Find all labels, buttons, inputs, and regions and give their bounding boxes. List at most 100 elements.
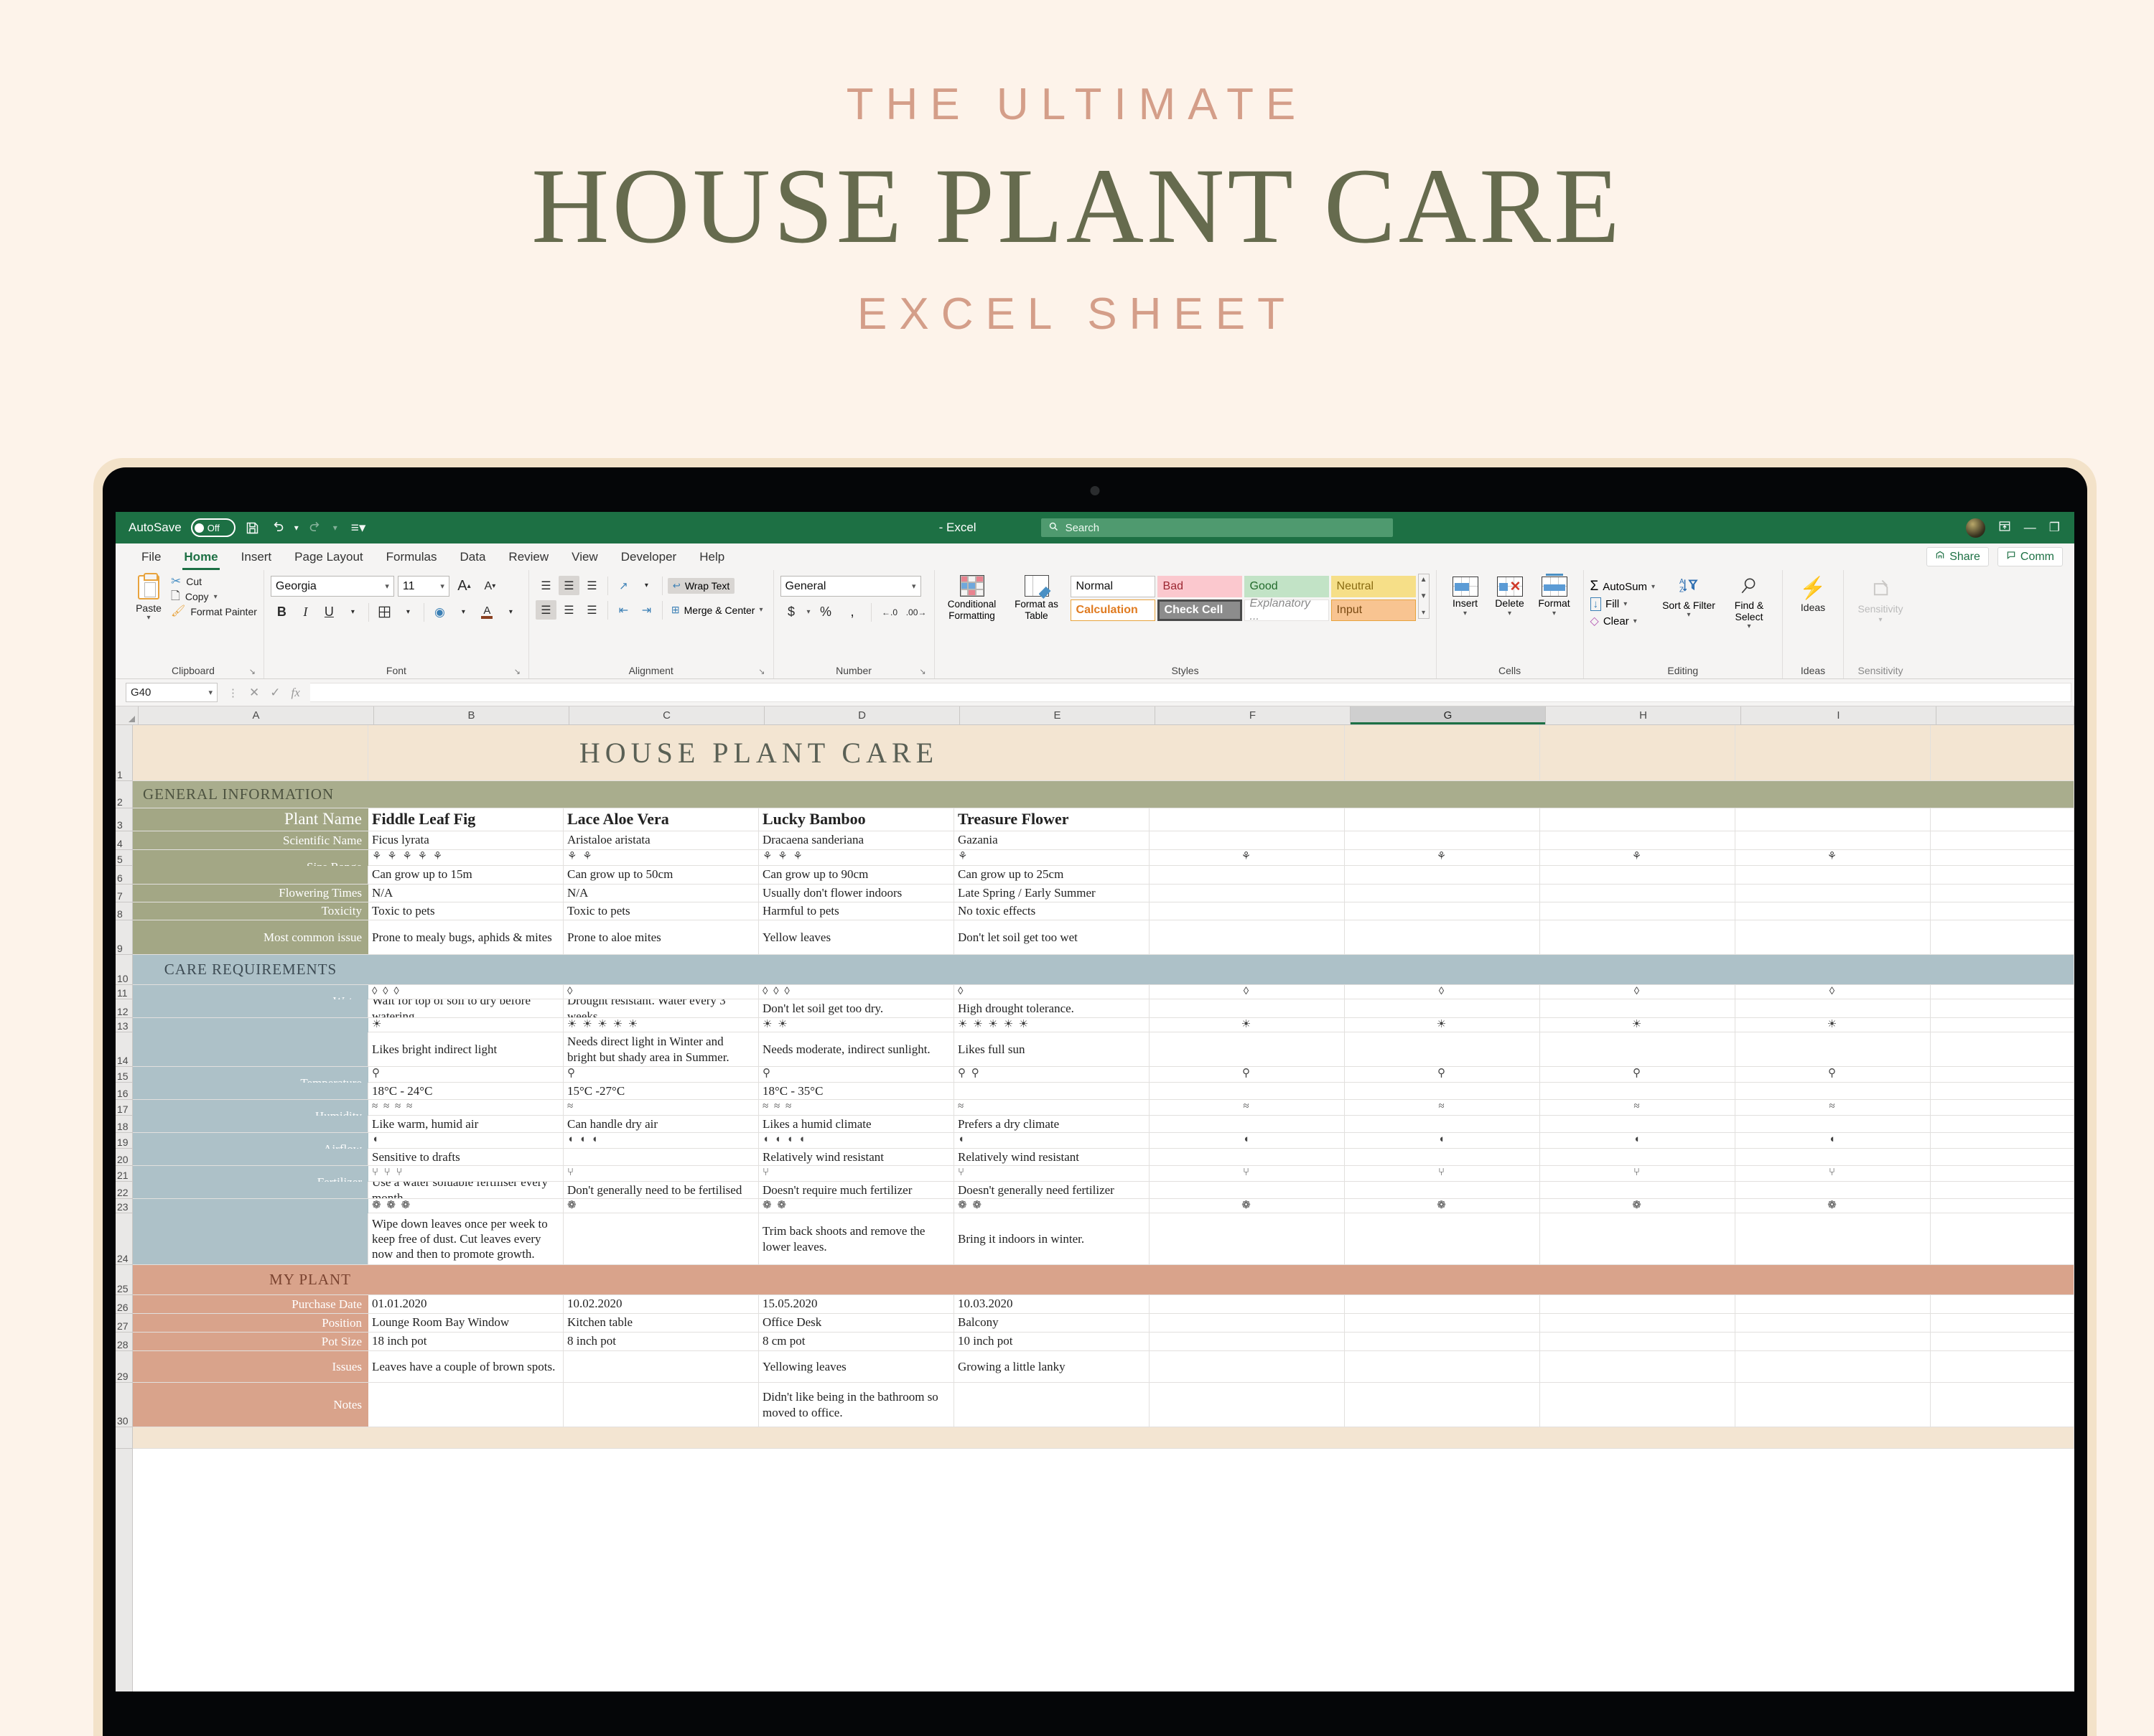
grid-cell[interactable] bbox=[1540, 999, 1735, 1018]
water-icons[interactable]: ◊ ◊ ◊ bbox=[368, 985, 564, 999]
grid-cell[interactable] bbox=[954, 781, 1150, 808]
grid-cell[interactable] bbox=[1150, 1083, 1345, 1100]
column-header-h[interactable]: H bbox=[1546, 706, 1741, 724]
underline-button[interactable]: U bbox=[318, 602, 340, 622]
grid-cell[interactable] bbox=[1931, 866, 2074, 885]
grid-cell[interactable]: Yellow leaves bbox=[759, 920, 954, 955]
tab-data[interactable]: Data bbox=[449, 550, 498, 570]
redo-icon[interactable] bbox=[308, 521, 324, 535]
grid-cell[interactable]: ⑂ bbox=[1540, 1166, 1735, 1182]
row-header[interactable]: 10 bbox=[116, 955, 132, 985]
conditional-formatting-button[interactable]: Conditional Formatting bbox=[941, 574, 1003, 622]
grid-cell[interactable]: 01.01.2020 bbox=[368, 1295, 564, 1314]
grid-cell[interactable] bbox=[1735, 1032, 1931, 1067]
style-input[interactable]: Input bbox=[1330, 599, 1416, 621]
grid-cell[interactable]: Harmful to pets bbox=[759, 902, 954, 920]
grid-cell[interactable] bbox=[564, 1351, 759, 1383]
grid-cell[interactable] bbox=[1540, 781, 1735, 808]
grid-cell[interactable] bbox=[1735, 902, 1931, 920]
special-care-icons[interactable]: ❁ ❁ ❁ bbox=[368, 1199, 564, 1213]
grid-cell[interactable]: Can grow up to 50cm bbox=[564, 866, 759, 885]
format-painter-button[interactable]: 🖌 Format Painter bbox=[171, 606, 257, 618]
tab-formulas[interactable]: Formulas bbox=[375, 550, 449, 570]
grid-cell[interactable] bbox=[1150, 1265, 1345, 1295]
grid-cell[interactable] bbox=[1345, 920, 1540, 955]
grid-cell[interactable]: ◖ bbox=[1150, 1133, 1345, 1149]
scroll-down-icon[interactable]: ▼ bbox=[1420, 592, 1427, 600]
sunlight-icons[interactable]: ☀ ☀ ☀ ☀ ☀ bbox=[954, 1018, 1150, 1032]
grid-cell[interactable] bbox=[1540, 808, 1735, 831]
grid-cell[interactable]: Prefers a dry climate bbox=[954, 1116, 1150, 1133]
row-header[interactable]: 3 bbox=[116, 808, 132, 831]
minimize-icon[interactable]: — bbox=[2024, 521, 2036, 535]
align-left-button[interactable]: ☰ bbox=[535, 600, 556, 620]
grid-cell[interactable]: ☀ bbox=[1540, 1018, 1735, 1032]
grid-cell[interactable]: ❁ bbox=[1345, 1199, 1540, 1213]
row-label-pot-size[interactable]: Pot Size bbox=[133, 1333, 368, 1351]
chevron-down-icon[interactable]: ▾ bbox=[912, 582, 916, 591]
merge-dropdown-icon[interactable]: ▾ bbox=[759, 606, 763, 614]
grid-cell[interactable] bbox=[133, 1032, 368, 1067]
grid-cell[interactable]: 18°C - 35°C bbox=[759, 1083, 954, 1100]
size-range-icons[interactable]: ⚘ ⚘ ⚘ ⚘ ⚘ bbox=[368, 850, 564, 866]
grid-cell[interactable]: Wait for top of soil to dry before water… bbox=[368, 999, 564, 1018]
grid-cell[interactable] bbox=[1735, 955, 1931, 985]
grid-cell[interactable] bbox=[1150, 955, 1345, 985]
column-header-d[interactable]: D bbox=[765, 706, 960, 724]
grid-cell[interactable] bbox=[1735, 725, 1931, 781]
grid-cell[interactable] bbox=[1735, 1213, 1931, 1265]
delete-cells-button[interactable]: ✕ Delete ▾ bbox=[1488, 577, 1532, 617]
insert-function-icon[interactable]: fx bbox=[292, 686, 300, 700]
grid-cell[interactable]: ⚘ bbox=[1540, 850, 1735, 866]
sensitivity-dropdown-icon[interactable]: ▾ bbox=[1879, 616, 1883, 624]
grid-cell[interactable] bbox=[1735, 1265, 1931, 1295]
grid-cell[interactable] bbox=[1540, 1333, 1735, 1351]
row-header[interactable]: 11 bbox=[116, 985, 132, 999]
autosave-toggle[interactable]: Off bbox=[190, 518, 236, 537]
borders-dropdown-icon[interactable]: ▾ bbox=[397, 602, 419, 622]
section-header-general[interactable]: GENERAL INFORMATION bbox=[133, 781, 368, 808]
grid-cell[interactable] bbox=[1735, 808, 1931, 831]
grid-cell[interactable]: 18 inch pot bbox=[368, 1333, 564, 1351]
grid-cell[interactable]: 10.02.2020 bbox=[564, 1295, 759, 1314]
find-select-dropdown-icon[interactable]: ▾ bbox=[1748, 622, 1751, 630]
increase-font-size-button[interactable]: A ▴ bbox=[453, 576, 475, 597]
style-normal[interactable]: Normal bbox=[1070, 576, 1155, 597]
number-format-select[interactable]: General ▾ bbox=[780, 576, 921, 597]
grid-cell[interactable] bbox=[759, 781, 954, 808]
grid-cell[interactable]: ☀ bbox=[1345, 1018, 1540, 1032]
font-name-input[interactable]: Georgia ▾ bbox=[270, 576, 394, 597]
grid-cell[interactable] bbox=[1931, 1100, 2074, 1116]
grid-cell[interactable]: N/A bbox=[564, 885, 759, 902]
grid-cell[interactable] bbox=[1150, 1182, 1345, 1199]
grid-cell[interactable] bbox=[1931, 1383, 2074, 1427]
font-color-button[interactable]: A bbox=[476, 602, 498, 622]
temperature-icons[interactable]: ⚲ bbox=[368, 1067, 564, 1083]
grid-cell[interactable]: Lounge Room Bay Window bbox=[368, 1314, 564, 1333]
grid-cell[interactable] bbox=[954, 1427, 1150, 1449]
chevron-down-icon[interactable]: ▾ bbox=[208, 688, 213, 697]
grid-cell[interactable] bbox=[133, 999, 368, 1018]
row-header[interactable]: 7 bbox=[116, 885, 132, 902]
sunlight-icons[interactable]: ☀ ☀ bbox=[759, 1018, 954, 1032]
grid-cell[interactable] bbox=[564, 1149, 759, 1166]
grid-cell[interactable] bbox=[1931, 1351, 2074, 1383]
grid-cell[interactable]: Yellowing leaves bbox=[759, 1351, 954, 1383]
grid-cell[interactable] bbox=[133, 866, 368, 885]
water-icons[interactable]: ◊ ◊ ◊ bbox=[759, 985, 954, 999]
grid-cell[interactable] bbox=[1540, 920, 1735, 955]
grid-cell[interactable] bbox=[954, 1383, 1150, 1427]
grid-cell[interactable] bbox=[564, 1427, 759, 1449]
grid-cell[interactable] bbox=[1931, 1133, 2074, 1149]
grid-cell[interactable] bbox=[1345, 1265, 1540, 1295]
fertilizer-icons[interactable]: ⑂ bbox=[954, 1166, 1150, 1182]
temperature-icons[interactable]: ⚲ bbox=[759, 1067, 954, 1083]
grid-cell[interactable] bbox=[1150, 781, 1345, 808]
grid-cell[interactable] bbox=[1540, 866, 1735, 885]
grid-cell[interactable] bbox=[1345, 1032, 1540, 1067]
name-box[interactable]: G40 ▾ bbox=[126, 683, 218, 702]
grid-cell[interactable]: Kitchen table bbox=[564, 1314, 759, 1333]
grid-cell[interactable] bbox=[1931, 1333, 2074, 1351]
grid-cell[interactable] bbox=[1735, 920, 1931, 955]
grid-cell[interactable] bbox=[368, 955, 564, 985]
